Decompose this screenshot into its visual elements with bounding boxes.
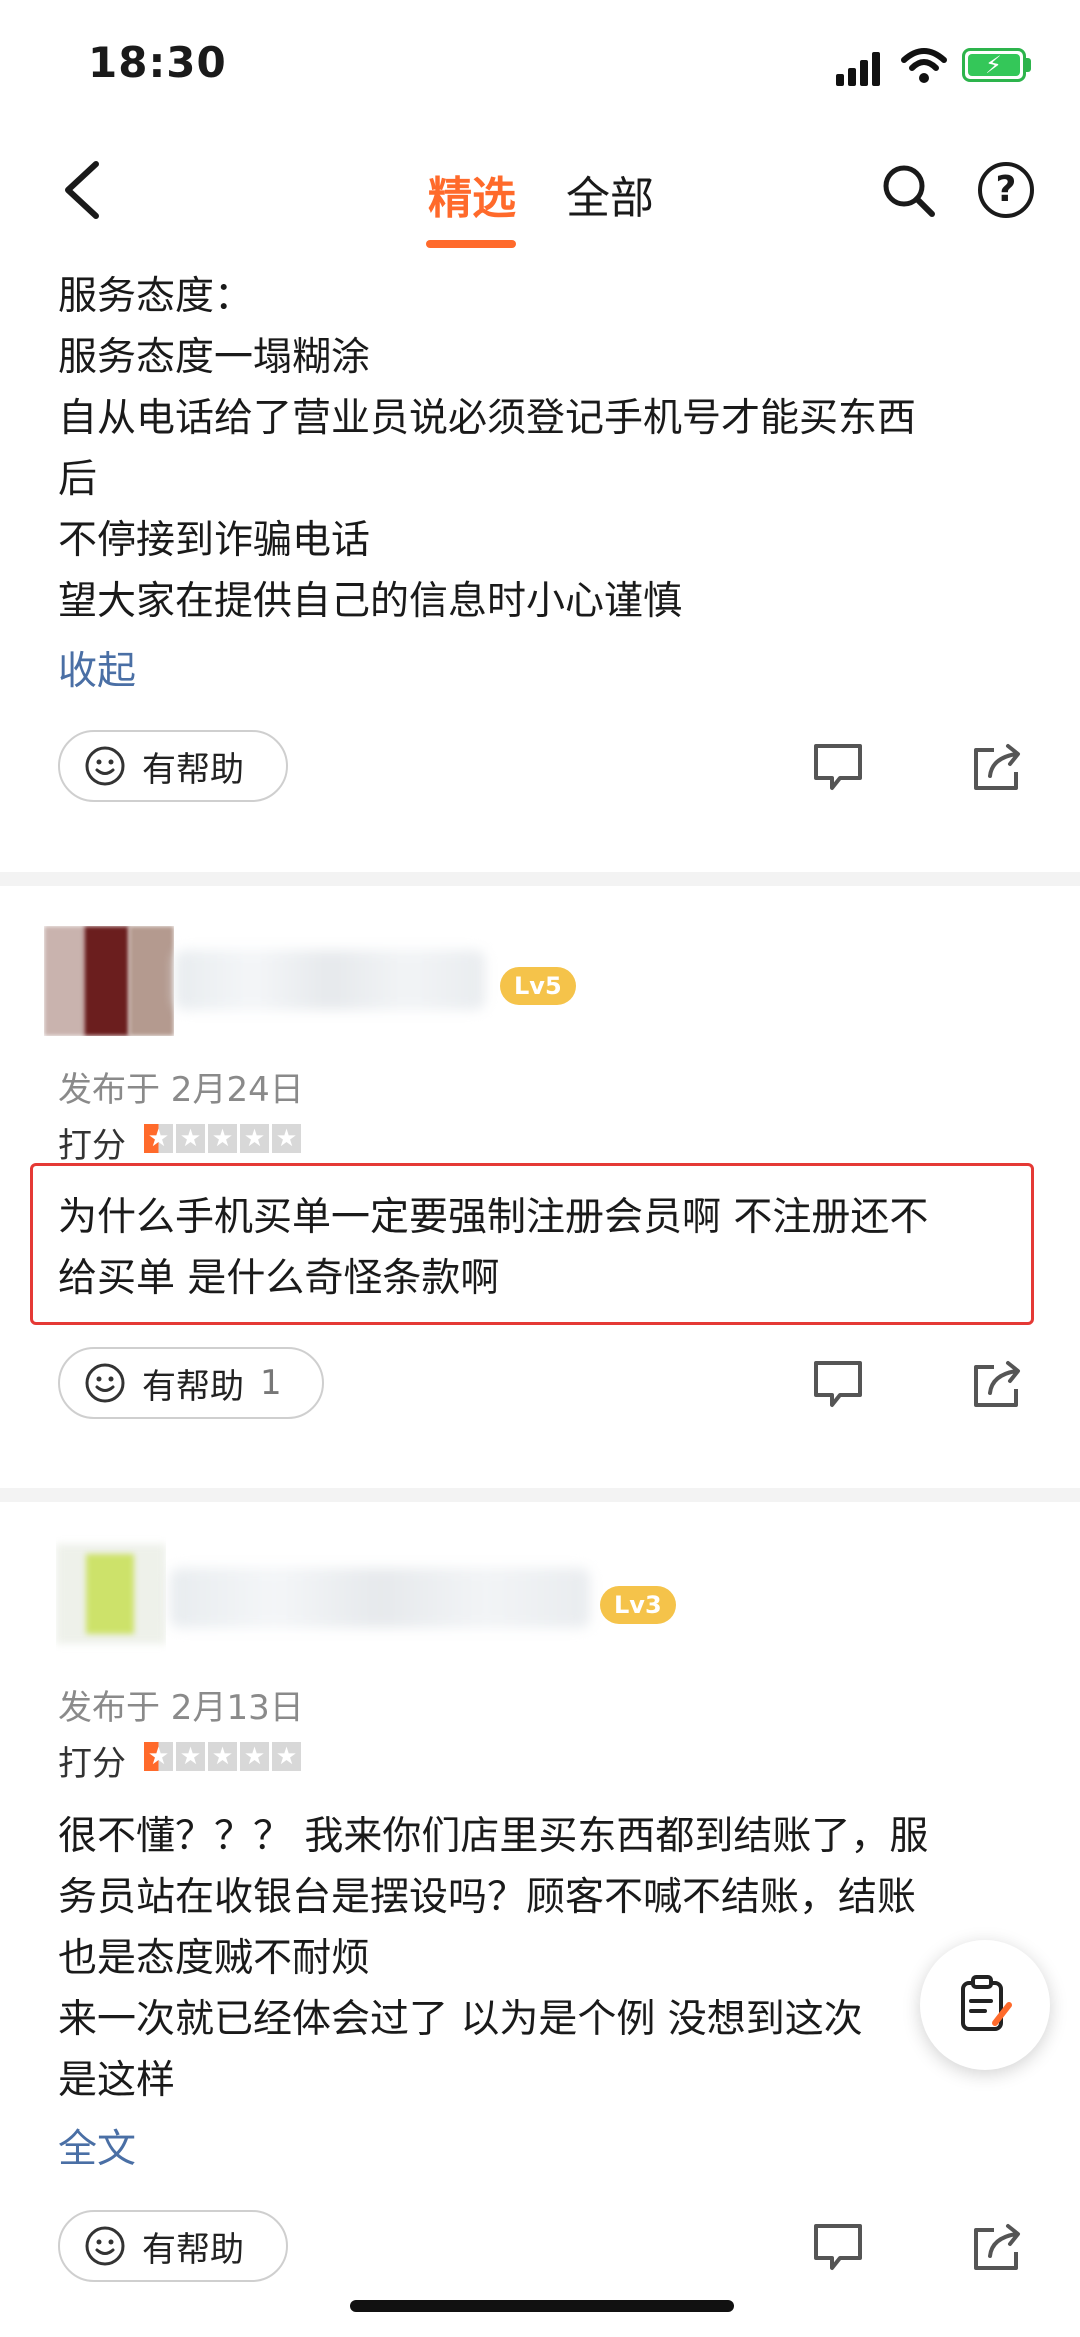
smile-icon — [85, 1363, 125, 1403]
star-icon: ★ — [208, 1742, 237, 1771]
star-icon: ★ — [144, 1742, 173, 1771]
review3-line-4: 来一次就已经体会过了 以为是个例 没想到这次 — [58, 1997, 863, 2042]
review1-line-2: 服务态度一塌糊涂 — [58, 335, 371, 380]
review1-line-4: 后 — [58, 457, 98, 502]
battery-icon: ⚡ — [962, 48, 1026, 82]
review1-line-6: 望大家在提供自己的信息时小心谨慎 — [58, 579, 683, 624]
star-icon: ★ — [176, 1742, 205, 1771]
review2-line-1: 为什么手机买单一定要强制注册会员啊 不注册还不 — [58, 1195, 929, 1240]
helpful-label: 有帮助 — [142, 2229, 244, 2270]
helpful-label: 有帮助 — [142, 1366, 244, 1407]
review1-line-1: 服务态度： — [58, 274, 254, 319]
status-time: 18:30 — [88, 38, 227, 87]
score-label: 打分 — [58, 1126, 126, 1166]
tab-selected-indicator — [426, 240, 516, 248]
share-icon[interactable] — [970, 1355, 1026, 1411]
share-icon[interactable] — [970, 2218, 1026, 2274]
star-icon: ★ — [272, 1742, 301, 1771]
helpful-button[interactable]: 有帮助 — [58, 730, 288, 802]
review3-line-5: 是这样 — [58, 2058, 176, 2103]
share-icon[interactable] — [970, 738, 1026, 794]
full-text-link[interactable]: 全文 — [58, 2118, 136, 2174]
star-rating: ★ ★ ★ ★ ★ — [144, 1742, 304, 1771]
level-badge: Lv5 — [500, 967, 576, 1005]
star-icon: ★ — [208, 1124, 237, 1153]
helpful-button[interactable]: 有帮助 1 — [58, 1347, 324, 1419]
review1-line-5: 不停接到诈骗电话 — [58, 518, 371, 563]
tab-all[interactable]: 全部 — [566, 162, 654, 226]
score-label: 打分 — [58, 1744, 126, 1784]
comment-icon[interactable] — [810, 1355, 866, 1411]
collapse-link[interactable]: 收起 — [58, 640, 136, 696]
comment-icon[interactable] — [810, 2218, 866, 2274]
home-indicator[interactable] — [350, 2300, 734, 2312]
search-icon[interactable] — [880, 162, 936, 218]
wifi-icon — [901, 48, 947, 83]
clipboard-edit-icon — [961, 1975, 1012, 2031]
section-divider — [0, 1488, 1080, 1502]
username-blurred[interactable] — [170, 1568, 590, 1628]
battery-tip — [1026, 58, 1031, 72]
helpful-label: 有帮助 — [142, 749, 244, 790]
publish-date: 发布于 2月24日 — [58, 1070, 304, 1110]
smile-icon — [85, 2226, 125, 2266]
avatar[interactable] — [56, 1534, 166, 1654]
comment-icon[interactable] — [810, 738, 866, 794]
review3-line-3: 也是态度贼不耐烦 — [58, 1936, 371, 1981]
helpful-count: 1 — [260, 1363, 282, 1403]
help-icon[interactable]: ? — [978, 162, 1034, 218]
star-icon: ★ — [240, 1742, 269, 1771]
star-icon: ★ — [272, 1124, 301, 1153]
publish-date: 发布于 2月13日 — [58, 1688, 304, 1728]
section-divider — [0, 872, 1080, 886]
star-icon: ★ — [144, 1124, 173, 1153]
smile-icon — [85, 746, 125, 786]
review1-line-3: 自从电话给了营业员说必须登记手机号才能买东西 — [58, 396, 917, 441]
star-icon: ★ — [240, 1124, 269, 1153]
review2-line-2: 给买单 是什么奇怪条款啊 — [58, 1256, 500, 1301]
review3-line-1: 很不懂？？？ 我来你们店里买东西都到结账了，服 — [58, 1814, 929, 1859]
level-badge: Lv3 — [600, 1586, 676, 1624]
username-blurred[interactable] — [175, 950, 485, 1010]
signal-icon — [836, 52, 880, 86]
write-review-button[interactable] — [920, 1940, 1050, 2070]
star-icon: ★ — [176, 1124, 205, 1153]
helpful-button[interactable]: 有帮助 — [58, 2210, 288, 2282]
star-rating: ★ ★ ★ ★ ★ — [144, 1124, 304, 1153]
avatar[interactable] — [44, 926, 174, 1036]
review3-line-2: 务员站在收银台是摆设吗？顾客不喊不结账，结账 — [58, 1875, 917, 1920]
tab-selected[interactable]: 精选 — [428, 162, 516, 226]
back-arrow-icon[interactable] — [58, 160, 108, 220]
